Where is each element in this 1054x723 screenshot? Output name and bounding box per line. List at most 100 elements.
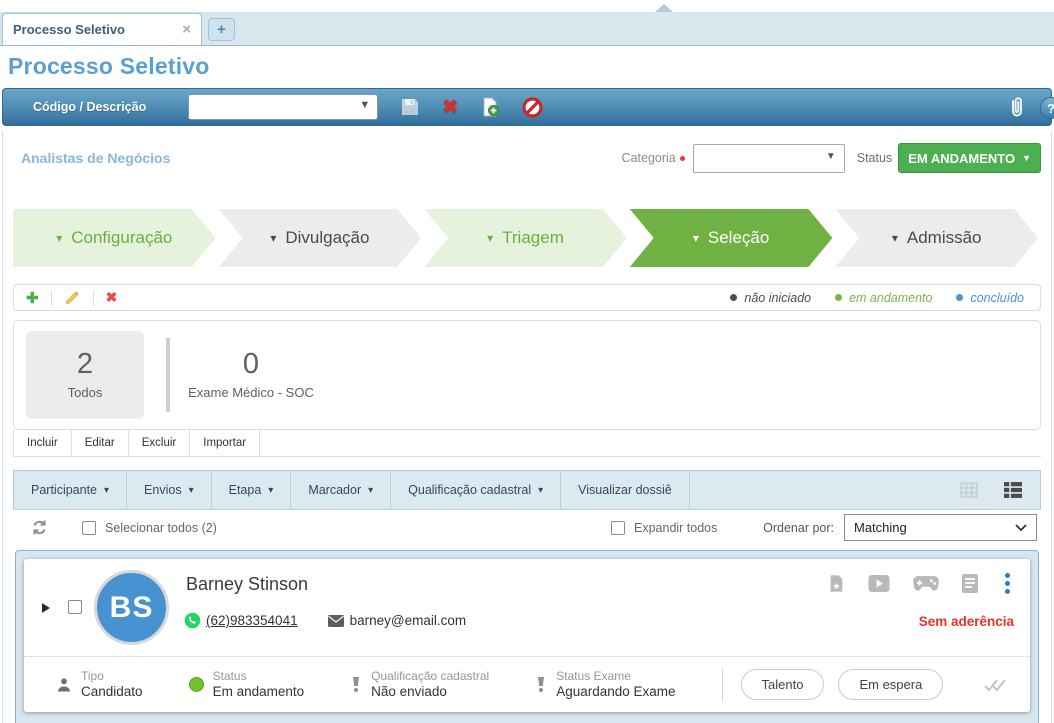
phone-link[interactable]: (62)983354041 [206, 613, 298, 628]
chevron-down-icon: ▾ [368, 485, 373, 496]
double-check-button[interactable] [984, 678, 1006, 692]
tile-count: 0 [243, 348, 259, 381]
file-plus-icon [827, 574, 845, 593]
save-button[interactable] [400, 97, 420, 117]
duplicate-button[interactable] [480, 97, 500, 117]
expand-row-arrow-icon[interactable] [42, 603, 50, 613]
dot-icon [956, 294, 963, 301]
app-screen: Processo Seletivo × + Processo Seletivo … [0, 0, 1054, 723]
cancel-button[interactable] [522, 97, 543, 118]
participant-name: Barney Stinson [186, 574, 308, 595]
no-entry-icon [522, 97, 543, 118]
chevron-down-icon [1015, 524, 1027, 532]
chevron-down-icon: ▾ [104, 485, 109, 496]
tile-count: 2 [77, 348, 93, 381]
list-view-button[interactable] [1004, 482, 1022, 498]
tab-importar[interactable]: Importar [190, 430, 260, 456]
notes-button[interactable] [962, 574, 978, 593]
delete-button[interactable]: ✖ [442, 96, 458, 119]
step-configuracao[interactable]: ▾ Configuração [13, 209, 216, 267]
select-all-checkbox[interactable] [82, 521, 96, 535]
step-selecao[interactable]: ▾ Seleção [630, 209, 833, 267]
participant-checkbox[interactable] [68, 600, 82, 614]
info-status-exame: Status Exame Aguardando Exame [535, 669, 675, 701]
tab-incluir[interactable]: Incluir [13, 430, 72, 456]
envelope-icon [328, 615, 344, 627]
talento-button[interactable]: Talento [741, 669, 825, 700]
chevron-down-icon: ▾ [487, 231, 493, 245]
order-by-value: Matching [854, 520, 907, 535]
help-button[interactable]: ? [1040, 97, 1054, 119]
chevron-down-icon: ▼ [359, 99, 370, 111]
tile-todos[interactable]: 2 Todos [26, 331, 144, 419]
status-dot-icon [189, 677, 204, 692]
dot-icon [730, 294, 737, 301]
categoria-select[interactable]: ▼ [693, 144, 845, 173]
process-steps: ▾ Configuração ▾ Divulgação ▾ Triagem ▾ … [13, 209, 1041, 267]
codigo-descricao-label: Código / Descrição [33, 100, 146, 114]
info-qualificacao-cadastral: Qualificação cadastral Não enviado [350, 669, 489, 701]
gamepad-icon [913, 576, 939, 591]
chevron-down-icon: ▾ [892, 231, 898, 245]
add-step-button[interactable]: ✚ [26, 289, 39, 307]
video-button[interactable] [868, 575, 890, 592]
close-icon[interactable]: × [182, 21, 191, 38]
edit-step-button[interactable] [64, 289, 81, 306]
tab-processo-seletivo[interactable]: Processo Seletivo × [2, 13, 202, 45]
chevron-down-icon: ▾ [538, 485, 543, 496]
tab-excluir[interactable]: Excluir [129, 430, 191, 456]
grid-view-button[interactable] [960, 482, 978, 498]
email-text: barney@email.com [350, 613, 467, 628]
select-all-label: Selecionar todos (2) [105, 521, 217, 535]
whatsapp-icon [184, 612, 201, 629]
filter-visualizar-dossie[interactable]: Visualizar dossiê [561, 471, 690, 509]
exclamation-icon [350, 676, 362, 693]
step-divulgacao[interactable]: ▾ Divulgação [219, 209, 422, 267]
filter-etapa[interactable]: Etapa ▾ [212, 471, 292, 509]
filter-bar: Participante ▾ Envios ▾ Etapa ▾ Marcador… [13, 470, 1041, 510]
expand-all-checkbox[interactable] [611, 521, 625, 535]
scroll-up-caret-icon[interactable] [655, 4, 673, 12]
more-options-button[interactable] [1001, 573, 1014, 594]
tab-bar: Processo Seletivo × + [0, 12, 1054, 46]
chevron-down-icon: ▼ [826, 151, 836, 162]
tile-label: Exame Médico - SOC [181, 385, 321, 401]
filter-marcador[interactable]: Marcador ▾ [291, 471, 391, 509]
red-x-icon: ✖ [106, 289, 118, 306]
step-label: Divulgação [285, 228, 369, 248]
steps-toolbar: ✚ ✖ não iniciado em andamento concluído [13, 284, 1041, 311]
games-button[interactable] [913, 576, 939, 591]
tile-divider [166, 338, 170, 412]
order-by-select[interactable]: Matching [844, 514, 1037, 541]
add-document-button[interactable] [827, 574, 845, 593]
step-triagem[interactable]: ▾ Triagem [424, 209, 627, 267]
grid-icon [960, 482, 978, 498]
codigo-descricao-select[interactable]: ▼ [188, 94, 378, 120]
new-tab-button[interactable]: + [208, 18, 235, 41]
status-dropdown-button[interactable]: EM ANDAMENTO ▼ [898, 143, 1041, 173]
remove-step-button[interactable]: ✖ [106, 289, 118, 306]
filter-envios[interactable]: Envios ▾ [127, 471, 212, 509]
refresh-button[interactable] [31, 519, 48, 536]
page-title: Processo Seletivo [0, 46, 1054, 88]
tile-label: Todos [15, 385, 155, 401]
legend-em-andamento: em andamento [835, 291, 932, 305]
avatar: BS [94, 570, 169, 645]
status-label: Status [857, 151, 892, 165]
tab-editar[interactable]: Editar [72, 430, 129, 456]
double-check-icon [984, 678, 1006, 692]
floppy-icon [400, 97, 420, 117]
document-plus-icon [480, 97, 500, 117]
attachment-button[interactable] [1007, 96, 1025, 119]
filter-qualificacao-cadastral[interactable]: Qualificação cadastral ▾ [391, 471, 561, 509]
tile-exame-medico[interactable]: 0 Exame Médico - SOC [192, 331, 310, 419]
plus-icon: ✚ [26, 289, 39, 307]
status-legend: não iniciado em andamento concluído [730, 291, 1028, 305]
tab-label: Processo Seletivo [13, 22, 182, 37]
filter-participante[interactable]: Participante ▾ [14, 471, 127, 509]
status-value: EM ANDAMENTO [908, 151, 1015, 166]
step-admissao[interactable]: ▾ Admissão [835, 209, 1038, 267]
adherence-badge: Sem aderência [919, 614, 1014, 629]
em-espera-button[interactable]: Em espera [838, 669, 943, 700]
pencil-icon [64, 289, 81, 306]
